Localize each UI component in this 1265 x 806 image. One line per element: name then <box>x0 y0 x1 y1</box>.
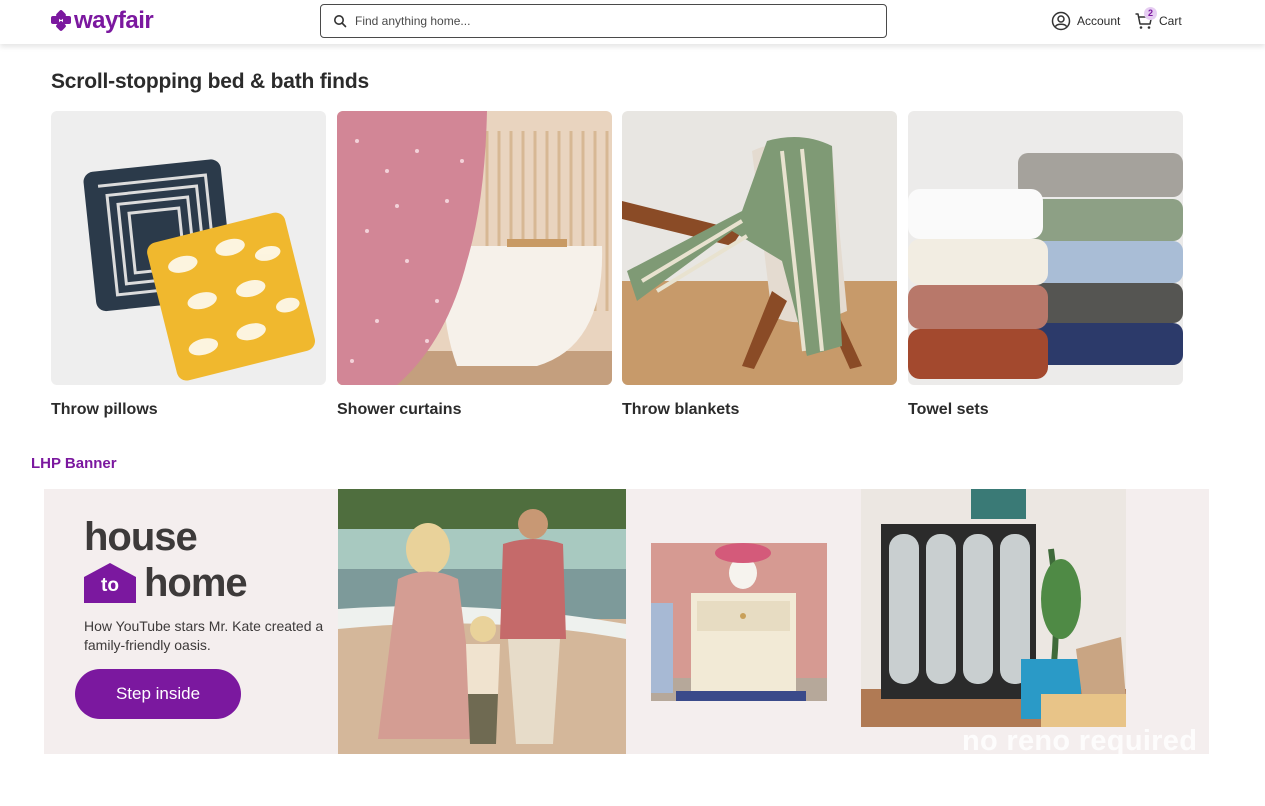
category-card-towel-sets[interactable]: Towel sets <box>908 111 1183 418</box>
logo-text: wayfair <box>74 7 154 34</box>
step-inside-button[interactable]: Step inside <box>75 669 241 719</box>
banner-description: How YouTube stars Mr. Kate created a fam… <box>84 618 324 653</box>
site-header: wayfair Account 2 Cart <box>0 0 1265 44</box>
search-input[interactable] <box>355 14 875 28</box>
throw-blankets-image[interactable] <box>622 111 897 385</box>
cart-button[interactable]: 2 Cart <box>1134 7 1182 33</box>
banner-watermark-text: no reno required <box>962 725 1198 754</box>
logo-word-to: to <box>101 575 119 596</box>
account-button[interactable]: Account <box>1051 9 1120 33</box>
account-icon <box>1051 11 1071 31</box>
wayfair-logo[interactable]: wayfair <box>51 6 154 36</box>
banner-heading: LHP Banner <box>31 455 117 472</box>
logo-word-house: house <box>84 515 198 559</box>
card-label[interactable]: Shower curtains <box>337 401 461 419</box>
cabinet-photo <box>861 489 1126 727</box>
section-title: Scroll-stopping bed & bath finds <box>51 70 369 93</box>
shower-curtains-image[interactable] <box>337 111 612 385</box>
beach-family-photo <box>338 489 626 754</box>
category-card-throw-pillows[interactable]: Throw pillows <box>51 111 326 418</box>
house-icon: to <box>84 563 136 603</box>
throw-pillows-image[interactable] <box>51 111 326 385</box>
card-label[interactable]: Towel sets <box>908 401 989 419</box>
search-bar[interactable] <box>320 4 887 38</box>
cart-count-badge: 2 <box>1144 7 1157 20</box>
towel-sets-image[interactable] <box>908 111 1183 385</box>
house-to-home-logo: house to home <box>84 515 248 605</box>
category-card-shower-curtains[interactable]: Shower curtains <box>337 111 612 418</box>
search-icon <box>334 15 347 28</box>
house-to-home-banner[interactable]: house to home How YouTube stars Mr. Kate… <box>44 489 1209 754</box>
category-card-throw-blankets[interactable]: Throw blankets <box>622 111 897 418</box>
cart-label: Cart <box>1159 14 1182 28</box>
card-label[interactable]: Throw blankets <box>622 401 739 419</box>
account-label: Account <box>1077 14 1121 28</box>
logo-mark-icon <box>51 9 71 32</box>
logo-word-home: home <box>144 561 248 605</box>
nightstand-photo <box>651 543 827 701</box>
card-label[interactable]: Throw pillows <box>51 401 158 419</box>
